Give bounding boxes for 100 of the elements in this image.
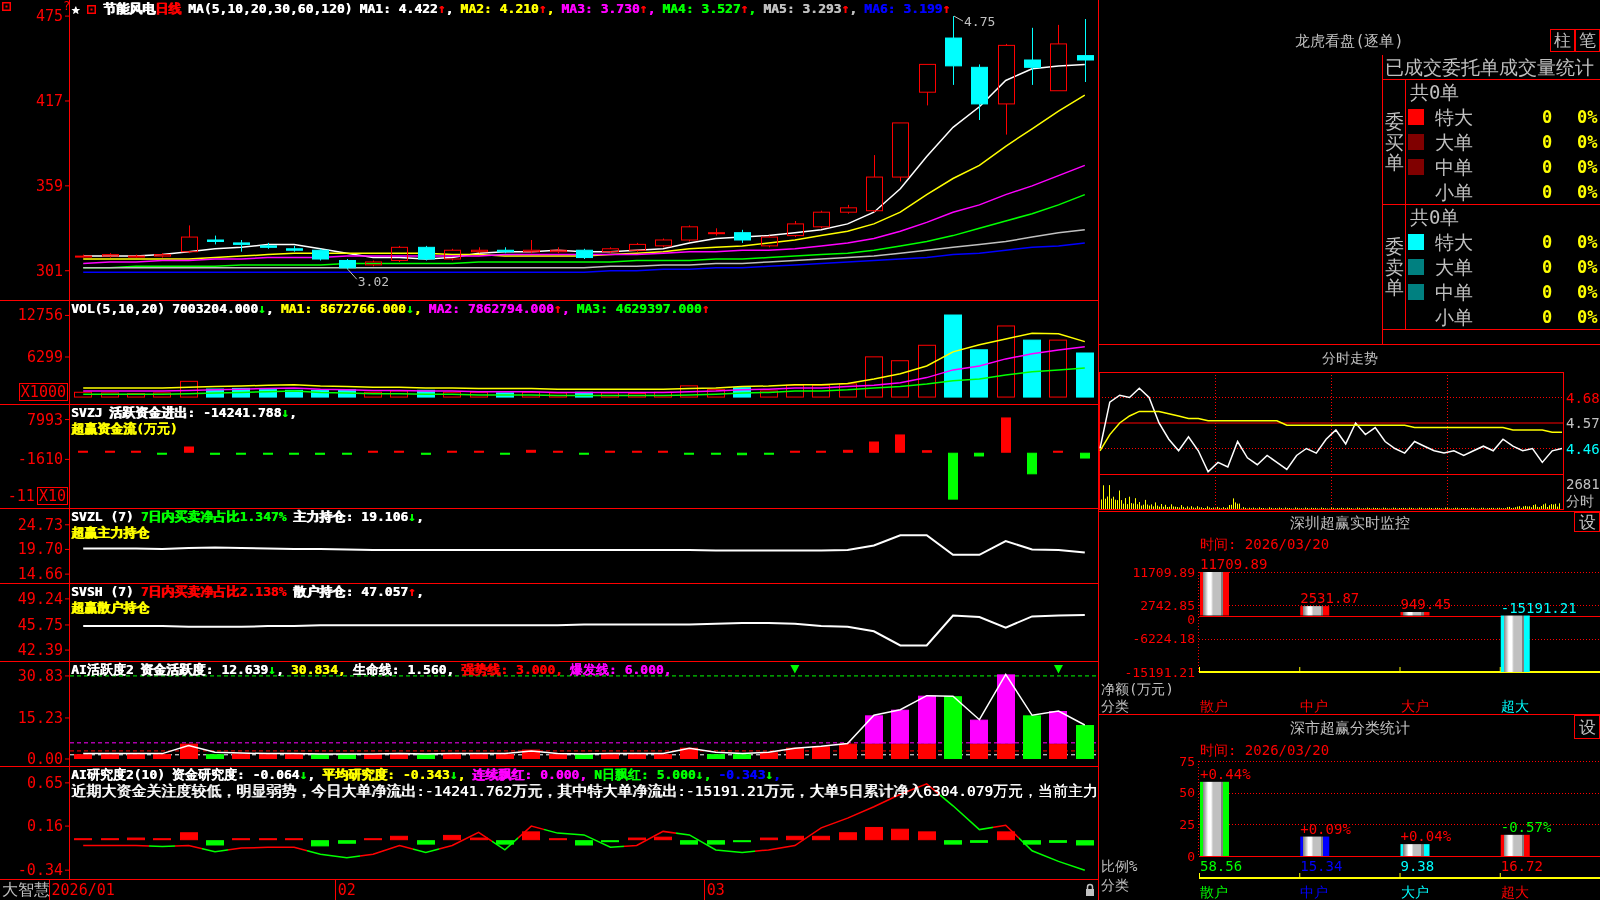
- axis-title: 分类: [1101, 698, 1129, 714]
- order-count: 0: [1542, 231, 1553, 252]
- indicator-value: 散户持仓: 47.057↑,: [293, 584, 424, 600]
- axis-tick-label: 475: [35, 7, 63, 26]
- indicator-name: AI研究度2(10): [71, 767, 165, 783]
- date-label: 02: [337, 881, 356, 899]
- panel-title: 龙虎看盘(逐单): [1295, 32, 1404, 50]
- data-label: 11709.89: [1200, 556, 1268, 572]
- indicator-value: 30.834,: [290, 662, 346, 678]
- order-share: 0%: [1577, 256, 1598, 277]
- axis-tick-label: 417: [35, 92, 63, 110]
- category-label: 散户: [1200, 884, 1228, 900]
- indicator-value: MA1: 4.422↑,: [359, 1, 454, 17]
- order-count: 0: [1542, 181, 1553, 202]
- axis-tick-label: 0.16: [26, 817, 63, 836]
- axis-tick-label: 12756: [17, 306, 63, 325]
- category-label: 散户: [1200, 698, 1228, 714]
- indicator-value: 平均研究度: -0.343↓,: [322, 767, 466, 783]
- cut-axis-label: -11: [7, 488, 35, 504]
- chart-subtitle: 时间: 2026/03/20: [1200, 742, 1330, 758]
- price-tick-label: 4.57: [1566, 415, 1600, 431]
- axis-tick-label: 0: [1187, 848, 1195, 864]
- price-extreme-label: 3.02: [347, 268, 390, 290]
- indicator-name: SVZL (7): [71, 509, 134, 525]
- category-label: 超大: [1500, 884, 1529, 900]
- help-mark: ?: [63, 0, 71, 13]
- indicator-name: MA(5,10,20,30,60,120): [188, 1, 353, 17]
- axis-title: 比例%: [1101, 858, 1138, 874]
- axis-tick-label: 42.39: [17, 641, 63, 660]
- axis-tick-label: 25: [1179, 816, 1195, 832]
- chart-subtitle: 时间: 2026/03/20: [1200, 536, 1330, 552]
- order-share: 0%: [1577, 131, 1598, 152]
- indicator-value: 主力持仓: 19.106↓,: [293, 509, 424, 525]
- axis-tick-label: 24.73: [17, 515, 63, 534]
- price-tick-label: 4.68: [1566, 389, 1600, 406]
- data-label: 949.45: [1400, 596, 1452, 612]
- change-label: +0.04%: [1400, 828, 1452, 845]
- price-extreme-label: 4.75: [953, 14, 996, 30]
- axis-tick-label: -6224.18: [1132, 631, 1195, 647]
- change-label: -0.57%: [1500, 818, 1552, 835]
- date-label: 2026/01: [51, 881, 115, 899]
- indicator-caption: 超赢主力持仓: [71, 525, 149, 541]
- legend-symbol: ★: [71, 1, 81, 17]
- axis-tick-label: 15.23: [17, 708, 63, 727]
- indicator-value: N日飘红: 5.000↓,: [594, 767, 712, 783]
- axis-tick-label: 11709.89: [1132, 564, 1195, 580]
- indicator-value: MA2: 4.210↑,: [460, 1, 555, 17]
- order-count: 0: [1542, 131, 1553, 152]
- indicator-value: 活跃资金进出: -14241.788↓,: [109, 405, 297, 421]
- indicator-value: 资金研究度: -0.064↓,: [171, 767, 316, 783]
- order-count: 0: [1542, 156, 1553, 177]
- indicator-value: MA4: 3.527↑,: [662, 1, 757, 17]
- axis-tick-label: 6299: [26, 348, 63, 366]
- axis-tick-label: 0.00: [26, 750, 63, 766]
- order-count: 0: [1542, 256, 1553, 277]
- category-label: 中户: [1300, 884, 1329, 900]
- axis-tick-label: 359: [35, 176, 63, 195]
- order-size-label: 中单: [1435, 280, 1473, 303]
- scale-tag: X10: [36, 487, 68, 505]
- indicator-name: SVSH (7): [71, 584, 134, 600]
- table-title: 已成交委托单成交量统计: [1385, 56, 1594, 78]
- indicator-value: 7日内买卖净占比2.138%: [140, 584, 287, 600]
- axis-tick-label: 19.70: [17, 540, 63, 559]
- group-label: 委卖单: [1384, 235, 1404, 299]
- indicator-name: VOL(5,10,20): [71, 301, 165, 317]
- order-share: 0%: [1577, 281, 1598, 302]
- order-size-label: 中单: [1435, 155, 1473, 178]
- annotation: 4.75: [964, 14, 996, 30]
- indicator-name: SVZJ: [71, 405, 103, 421]
- axis-tick-label: 14.66: [17, 565, 63, 583]
- indicator-value: MA6: 3.199↑: [864, 1, 951, 17]
- order-size-label: 大单: [1435, 130, 1473, 153]
- indicator-name: AI活跃度2: [71, 662, 134, 678]
- indicator-value: 7日内买卖净占比1.347%: [140, 509, 287, 525]
- indicator-value: MA2: 7862794.000↑,: [428, 301, 570, 317]
- order-total: 共0单: [1410, 80, 1460, 104]
- change-label: +0.09%: [1300, 820, 1351, 837]
- data-label: -15191.21: [1500, 599, 1577, 616]
- order-share: 0%: [1577, 156, 1598, 177]
- volume-unit-label: 分时: [1566, 493, 1594, 509]
- axis-title: 分类: [1101, 877, 1129, 893]
- order-size-label: 小单: [1435, 180, 1473, 203]
- indicator-value: MA3: 4629397.000↑: [576, 301, 710, 317]
- indicator-value: MA5: 3.293↑,: [763, 1, 858, 17]
- category-label: 中户: [1300, 698, 1329, 714]
- axis-tick-label: 50: [1179, 785, 1195, 801]
- axis-tick-label: 7993: [26, 410, 63, 429]
- indicator-caption: 超赢散户持仓: [71, 600, 149, 616]
- order-count: 0: [1542, 281, 1553, 302]
- axis-tick-label: 2742.85: [1140, 597, 1195, 613]
- category-label: 大户: [1400, 698, 1429, 714]
- brand-label: 大智慧: [2, 881, 50, 899]
- scale-tag: X1000: [18, 383, 68, 401]
- order-share: 0%: [1577, 181, 1598, 202]
- order-count: 0: [1542, 306, 1553, 327]
- axis-tick-label: 0: [1187, 611, 1195, 627]
- order-size-label: 特大: [1435, 105, 1473, 128]
- indicator-caption: 超赢资金流(万元): [71, 421, 178, 437]
- stock-title: 节能风电日线: [103, 1, 182, 17]
- data-label: 58.56: [1200, 858, 1243, 874]
